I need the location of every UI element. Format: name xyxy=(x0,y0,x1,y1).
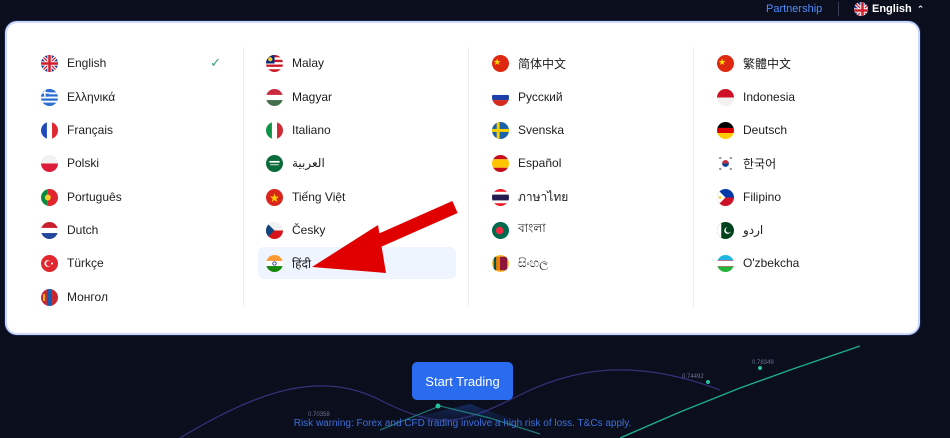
language-option[interactable]: O'zbekcha xyxy=(709,247,907,279)
language-label: 繁體中文 xyxy=(743,56,792,71)
in-flag-icon xyxy=(266,254,283,272)
lk-flag-icon xyxy=(492,254,509,272)
language-option[interactable]: Svenska xyxy=(484,114,682,146)
top-divider xyxy=(838,2,839,16)
language-option[interactable]: Русский xyxy=(484,81,682,113)
language-option[interactable]: 简体中文 xyxy=(484,47,682,79)
fr-flag-icon xyxy=(41,121,58,139)
language-option[interactable]: Türkçe xyxy=(33,247,229,279)
language-label: العربية xyxy=(292,156,325,170)
language-label: 한국어 xyxy=(743,156,777,171)
checkmark-icon: ✓ xyxy=(210,55,221,70)
language-label: Indonesia xyxy=(743,90,796,104)
language-option[interactable]: Dutch xyxy=(33,214,229,246)
sa-flag-icon xyxy=(266,154,283,172)
ph-flag-icon xyxy=(717,188,734,206)
start-trading-button[interactable]: Start Trading xyxy=(412,362,513,400)
kr-flag-icon xyxy=(717,154,734,172)
es-flag-icon xyxy=(492,154,509,172)
language-option[interactable]: Indonesia xyxy=(709,81,907,113)
pl-flag-icon xyxy=(41,154,58,172)
language-label: Deutsch xyxy=(743,123,788,137)
chevron-up-icon: ⌃ xyxy=(916,3,925,14)
ru-flag-icon xyxy=(492,88,509,106)
tr-flag-icon xyxy=(41,254,58,272)
language-option[interactable]: Français xyxy=(33,114,229,146)
language-option[interactable]: Português xyxy=(33,181,229,213)
language-option[interactable]: Polski xyxy=(33,147,229,179)
language-label: ภาษาไทย xyxy=(518,189,569,204)
language-label: বাংলা xyxy=(518,221,546,235)
gr-flag-icon xyxy=(41,88,58,106)
language-option[interactable]: Malay xyxy=(258,47,456,79)
language-switcher[interactable]: English ⌃ xyxy=(854,2,924,16)
cn-flag-icon xyxy=(717,54,734,72)
nl-flag-icon xyxy=(41,221,58,239)
partnership-link[interactable]: Partnership xyxy=(766,3,822,15)
it-flag-icon xyxy=(266,121,283,139)
language-option[interactable]: Español xyxy=(484,147,682,179)
language-option[interactable]: English ✓ xyxy=(33,47,229,79)
uz-flag-icon xyxy=(717,254,734,272)
language-option[interactable]: ภาษาไทย xyxy=(484,181,682,213)
language-label: O'zbekcha xyxy=(743,256,800,270)
annotation-arrow-icon xyxy=(312,201,458,273)
de-flag-icon xyxy=(717,121,734,139)
chart-tick-label: 0.78349 xyxy=(752,360,774,366)
language-label: Magyar xyxy=(292,90,333,104)
language-label: Filipino xyxy=(743,190,782,204)
language-label: Español xyxy=(518,156,562,170)
language-option[interactable]: اردو xyxy=(709,214,907,246)
language-dropdown: English ✓ Ελληνικά Français Polski Português D… xyxy=(5,21,920,335)
language-option[interactable]: Magyar xyxy=(258,81,456,113)
id-flag-icon xyxy=(717,88,734,106)
language-label: Dutch xyxy=(67,223,99,237)
language-label: Français xyxy=(67,123,114,137)
language-label: Русский xyxy=(518,90,563,104)
language-label: 简体中文 xyxy=(518,56,567,71)
language-label: Svenska xyxy=(518,123,565,137)
language-option[interactable]: 한국어 xyxy=(709,147,907,179)
language-label: Malay xyxy=(292,56,325,70)
gb-flag-icon xyxy=(41,54,58,72)
gb-flag-icon xyxy=(854,2,868,16)
risk-warning: Risk warning: Forex and CFD trading invo… xyxy=(293,418,632,429)
my-flag-icon xyxy=(266,54,283,72)
language-option[interactable]: 繁體中文 xyxy=(709,47,907,79)
language-option[interactable]: Deutsch xyxy=(709,114,907,146)
language-option[interactable]: Монгол xyxy=(33,281,229,313)
current-language-label: English xyxy=(872,3,912,15)
language-label: اردو xyxy=(743,223,764,237)
bd-flag-icon xyxy=(492,221,509,239)
language-label: සිංහල xyxy=(518,255,549,270)
pk-flag-icon xyxy=(717,221,734,239)
language-label: Монгол xyxy=(67,290,108,304)
language-label: Polski xyxy=(67,156,100,170)
language-label: English xyxy=(67,56,107,70)
se-flag-icon xyxy=(492,121,509,139)
th-flag-icon xyxy=(492,188,509,206)
pt-flag-icon xyxy=(41,188,58,206)
column-divider xyxy=(243,47,244,307)
language-option[interactable]: العربية xyxy=(258,147,456,179)
cn-flag-icon xyxy=(492,54,509,72)
language-option[interactable]: සිංහල xyxy=(484,247,682,279)
language-label: Türkçe xyxy=(67,256,104,270)
language-label: Ελληνικά xyxy=(67,90,116,104)
mn-flag-icon xyxy=(41,288,58,306)
hu-flag-icon xyxy=(266,88,283,106)
language-option[interactable]: Filipino xyxy=(709,181,907,213)
vn-flag-icon xyxy=(266,188,283,206)
cz-flag-icon xyxy=(266,221,283,239)
language-option[interactable]: Italiano xyxy=(258,114,456,146)
top-bar: Partnership English ⌃ xyxy=(0,0,950,20)
chart-tick-label: 0.74492 xyxy=(682,374,704,380)
language-label: Italiano xyxy=(292,123,331,137)
language-option[interactable]: Ελληνικά xyxy=(33,81,229,113)
column-divider xyxy=(693,47,694,307)
language-label: Português xyxy=(67,190,122,204)
language-option[interactable]: বাংলা xyxy=(484,214,682,246)
